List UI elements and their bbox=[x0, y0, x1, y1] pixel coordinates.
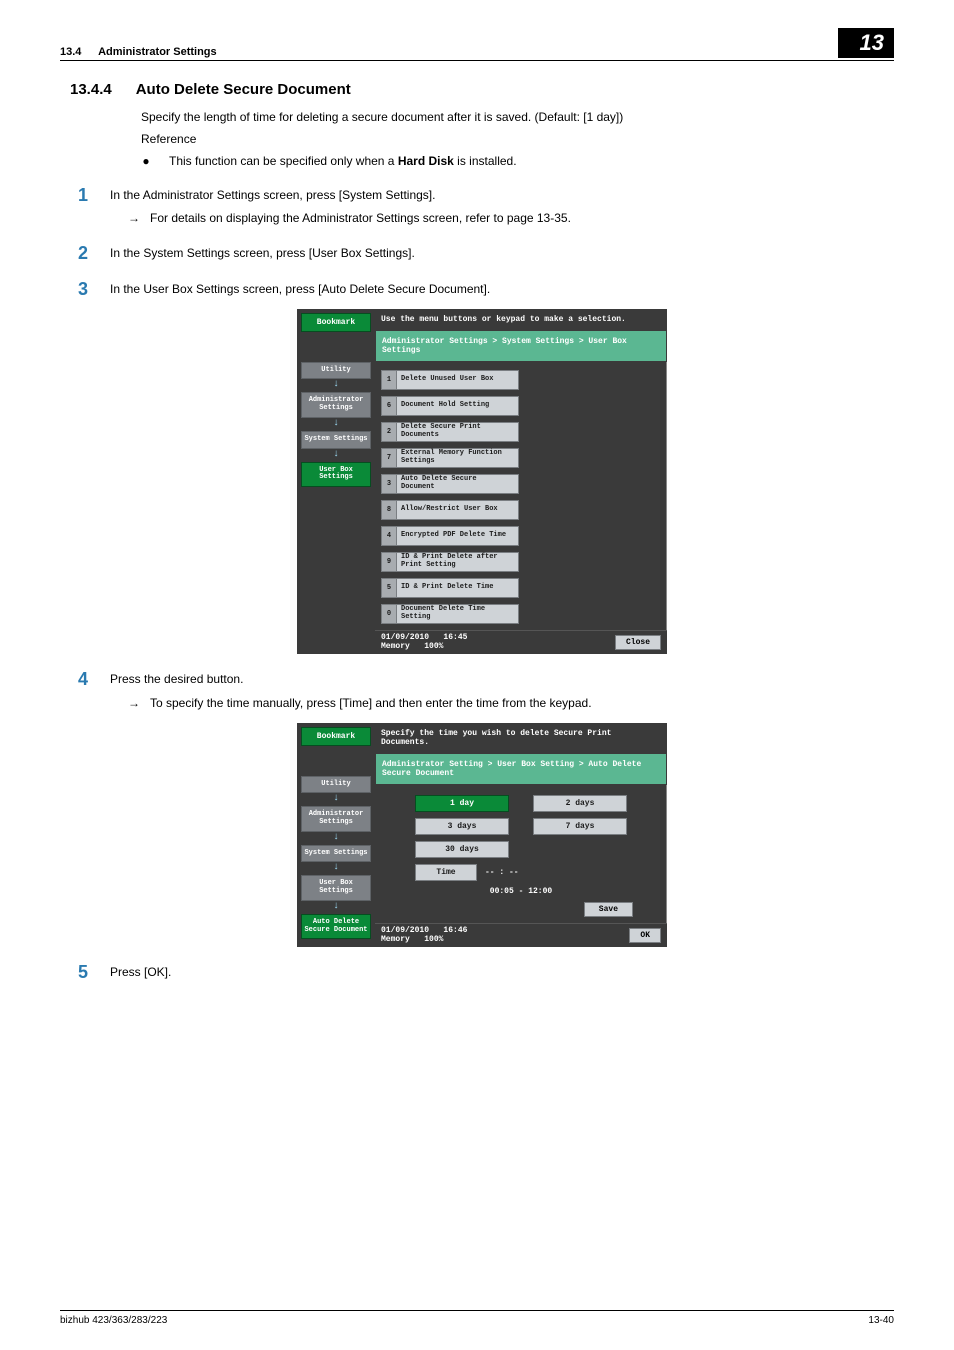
step-5-text: Press [OK]. bbox=[110, 963, 894, 982]
menu-btn-5[interactable]: 5ID & Print Delete Time bbox=[381, 578, 519, 598]
device1-breadcrumb: Administrator Settings > System Settings… bbox=[375, 330, 667, 362]
menu-btn-7[interactable]: 7External Memory Function Settings bbox=[381, 448, 519, 468]
time-value: -- : -- bbox=[485, 868, 519, 877]
header-section-title: Administrator Settings bbox=[98, 46, 217, 58]
section-title: Auto Delete Secure Document bbox=[136, 81, 351, 98]
device-screenshot-2: Bookmark Utility ↓ Administrator Setting… bbox=[297, 723, 667, 948]
device2-breadcrumb: Administrator Setting > User Box Setting… bbox=[375, 753, 667, 785]
device-screenshot-1: Bookmark Utility ↓ Administrator Setting… bbox=[297, 309, 667, 655]
menu-btn-4[interactable]: 4Encrypted PDF Delete Time bbox=[381, 526, 519, 546]
nav-user-box-settings[interactable]: User Box Settings bbox=[301, 875, 371, 900]
step-number-1: 1 bbox=[70, 186, 88, 228]
step-1-text: In the Administrator Settings screen, pr… bbox=[110, 186, 894, 205]
nav-system-settings[interactable]: System Settings bbox=[301, 431, 371, 449]
bookmark-button[interactable]: Bookmark bbox=[301, 727, 371, 746]
reference-label: Reference bbox=[141, 130, 894, 148]
menu-btn-8[interactable]: 8Allow/Restrict User Box bbox=[381, 500, 519, 520]
down-arrow-icon: ↓ bbox=[301, 793, 371, 806]
reference-bullet: ● This function can be specified only wh… bbox=[141, 152, 894, 170]
menu-btn-6[interactable]: 6Document Hold Setting bbox=[381, 396, 519, 416]
bullet-icon: ● bbox=[141, 152, 151, 170]
close-button[interactable]: Close bbox=[615, 635, 661, 650]
bullet-suffix: is installed. bbox=[454, 154, 517, 168]
down-arrow-icon: ↓ bbox=[301, 449, 371, 462]
time-range: 00:05 - 12:00 bbox=[379, 887, 663, 896]
down-arrow-icon: ↓ bbox=[301, 418, 371, 431]
nav-user-box-settings[interactable]: User Box Settings bbox=[301, 462, 371, 487]
option-time[interactable]: Time bbox=[415, 864, 477, 881]
device1-instruction: Use the menu buttons or keypad to make a… bbox=[375, 309, 667, 330]
arrow-icon: → bbox=[128, 209, 140, 228]
option-1-day[interactable]: 1 day bbox=[415, 795, 509, 812]
menu-btn-9[interactable]: 9ID & Print Delete after Print Setting bbox=[381, 552, 519, 572]
step-2-text: In the System Settings screen, press [Us… bbox=[110, 244, 894, 263]
footer-model: bizhub 423/363/283/223 bbox=[60, 1315, 167, 1326]
nav-auto-delete[interactable]: Auto Delete Secure Document bbox=[301, 914, 371, 939]
step-4-sub: To specify the time manually, press [Tim… bbox=[150, 694, 592, 713]
step-number-5: 5 bbox=[70, 963, 88, 982]
bookmark-button[interactable]: Bookmark bbox=[301, 313, 371, 332]
menu-btn-0[interactable]: 0Document Delete Time Setting bbox=[381, 604, 519, 624]
header-section-number: 13.4 bbox=[60, 46, 81, 58]
menu-btn-3[interactable]: 3Auto Delete Secure Document bbox=[381, 474, 519, 494]
menu-btn-2[interactable]: 2Delete Secure Print Documents bbox=[381, 422, 519, 442]
step-number-4: 4 bbox=[70, 670, 88, 712]
page-header: 13.4 Administrator Settings 13 bbox=[60, 28, 894, 61]
page-footer: bizhub 423/363/283/223 13-40 bbox=[60, 1310, 894, 1326]
bullet-bold: Hard Disk bbox=[398, 154, 454, 168]
device2-instruction: Specify the time you wish to delete Secu… bbox=[375, 723, 667, 753]
nav-system-settings[interactable]: System Settings bbox=[301, 845, 371, 863]
step-number-2: 2 bbox=[70, 244, 88, 263]
down-arrow-icon: ↓ bbox=[301, 832, 371, 845]
down-arrow-icon: ↓ bbox=[301, 862, 371, 875]
option-30-days[interactable]: 30 days bbox=[415, 841, 509, 858]
intro-text: Specify the length of time for deleting … bbox=[141, 108, 894, 126]
section-heading: 13.4.4 Auto Delete Secure Document bbox=[70, 81, 894, 98]
chapter-badge: 13 bbox=[838, 28, 894, 58]
step-3-text: In the User Box Settings screen, press [… bbox=[110, 280, 894, 299]
section-number: 13.4.4 bbox=[70, 81, 112, 98]
step-4-text: Press the desired button. bbox=[110, 670, 894, 689]
menu-btn-1[interactable]: 1Delete Unused User Box bbox=[381, 370, 519, 390]
down-arrow-icon: ↓ bbox=[301, 379, 371, 392]
device1-footer-status: 01/09/2010 16:45 Memory 100% bbox=[381, 634, 467, 652]
device1-button-grid: 1Delete Unused User Box 6Document Hold S… bbox=[375, 366, 667, 630]
ok-button[interactable]: OK bbox=[629, 928, 661, 943]
nav-utility[interactable]: Utility bbox=[301, 362, 371, 380]
device2-footer-status: 01/09/2010 16:46 Memory 100% bbox=[381, 927, 467, 945]
option-2-days[interactable]: 2 days bbox=[533, 795, 627, 812]
arrow-icon: → bbox=[128, 694, 140, 713]
footer-page: 13-40 bbox=[868, 1315, 894, 1326]
bullet-prefix: This function can be specified only when… bbox=[169, 154, 398, 168]
step-number-3: 3 bbox=[70, 280, 88, 299]
nav-utility[interactable]: Utility bbox=[301, 776, 371, 794]
nav-admin-settings[interactable]: Administrator Settings bbox=[301, 392, 371, 417]
save-button[interactable]: Save bbox=[584, 902, 633, 917]
down-arrow-icon: ↓ bbox=[301, 901, 371, 914]
nav-admin-settings[interactable]: Administrator Settings bbox=[301, 806, 371, 831]
option-7-days[interactable]: 7 days bbox=[533, 818, 627, 835]
option-3-days[interactable]: 3 days bbox=[415, 818, 509, 835]
step-1-sub: For details on displaying the Administra… bbox=[150, 209, 571, 228]
